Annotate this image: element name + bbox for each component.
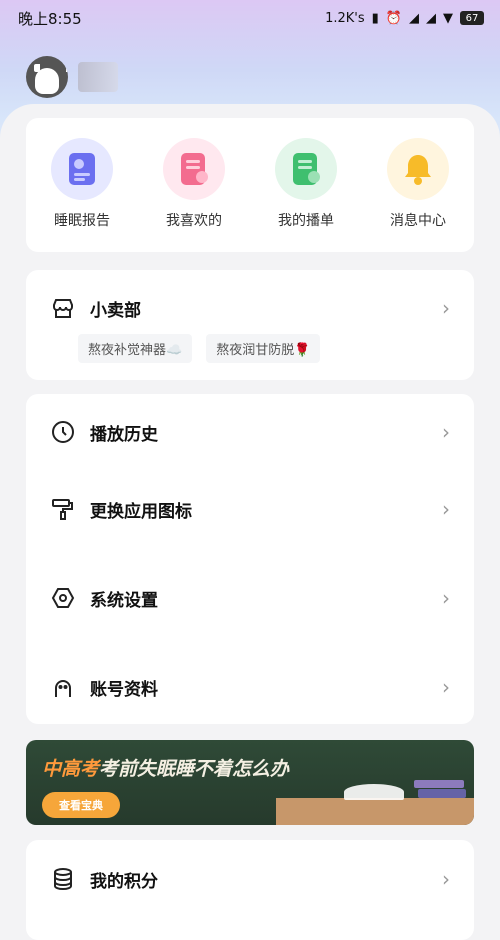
alarm-icon: ⏰ xyxy=(385,10,402,26)
chevron-right-icon: › xyxy=(442,420,450,444)
wifi-icon: ▼ xyxy=(443,10,453,26)
desk-illustration xyxy=(276,798,474,825)
bell-icon xyxy=(387,138,449,200)
open-book-illustration xyxy=(344,784,404,800)
store-icon xyxy=(50,295,76,321)
chevron-right-icon: › xyxy=(442,296,450,320)
quick-action-favorites[interactable]: 我喜欢的 xyxy=(144,138,244,252)
coins-stack-icon xyxy=(50,866,76,892)
shop-tag[interactable]: 熬夜润甘防脱🌹 xyxy=(206,334,321,363)
signal-icon-2: ◢ xyxy=(426,10,436,26)
status-bar: 晚上8:55 1.2K's ▮ ⏰ ◢ ◢ ▼ 67 xyxy=(0,0,500,36)
settings-hex-icon xyxy=(50,585,76,611)
quick-actions-card: 睡眠报告 我喜欢的 我的播单 消息中心 xyxy=(26,118,474,252)
avatar[interactable] xyxy=(26,56,68,98)
vibrate-icon: ▮ xyxy=(371,10,379,26)
shop-tag[interactable]: 熬夜补觉神器☁️ xyxy=(78,334,193,363)
book-illustration xyxy=(414,780,464,788)
clock-icon xyxy=(50,419,76,445)
menu-item-label: 我的积分 xyxy=(90,871,158,892)
status-time: 晚上8:55 xyxy=(18,9,82,28)
chevron-right-icon: › xyxy=(442,867,450,891)
favorites-icon xyxy=(163,138,225,200)
quick-action-label: 我喜欢的 xyxy=(166,213,222,229)
username-redacted xyxy=(78,62,118,92)
shop-row[interactable]: 小卖部 › xyxy=(26,288,474,328)
menu-item-play-history[interactable]: 播放历史 › xyxy=(26,412,474,452)
menu-item-change-icon[interactable]: 更换应用图标 › xyxy=(26,489,474,529)
menu-item-account[interactable]: 账号资料 › xyxy=(26,667,474,707)
banner-title: 中高考考前失眠睡不着怎么办 xyxy=(42,754,289,781)
quick-action-playlist[interactable]: 我的播单 xyxy=(256,138,356,252)
sleep-report-icon xyxy=(51,138,113,200)
playlist-icon xyxy=(275,138,337,200)
banner-highlight: 中高考 xyxy=(42,758,100,780)
paint-roller-icon xyxy=(50,496,76,522)
quick-action-label: 消息中心 xyxy=(390,213,446,229)
chevron-right-icon: › xyxy=(442,675,450,699)
status-icons: 1.2K's ▮ ⏰ ◢ ◢ ▼ 67 xyxy=(325,11,484,26)
menu-item-label: 账号资料 xyxy=(90,679,158,700)
menu-item-label: 播放历史 xyxy=(90,424,158,445)
menu-item-settings[interactable]: 系统设置 › xyxy=(26,578,474,618)
quick-action-label: 睡眠报告 xyxy=(54,213,110,229)
chevron-right-icon: › xyxy=(442,586,450,610)
points-card: 我的积分 › xyxy=(26,840,474,940)
banner-button[interactable]: 查看宝典 xyxy=(42,792,120,818)
chevron-right-icon: › xyxy=(442,497,450,521)
shop-tags: 熬夜补觉神器☁️ 熬夜润甘防脱🌹 xyxy=(78,334,321,363)
quick-action-sleep-report[interactable]: 睡眠报告 xyxy=(32,138,132,252)
book-illustration xyxy=(418,789,466,798)
menu-item-points[interactable]: 我的积分 › xyxy=(26,859,474,899)
battery-level: 67 xyxy=(465,12,479,24)
profile-header[interactable] xyxy=(26,56,118,98)
battery-icon: 67 xyxy=(460,11,484,25)
shop-card: 小卖部 › 熬夜补觉神器☁️ 熬夜润甘防脱🌹 xyxy=(26,270,474,380)
quick-action-label: 我的播单 xyxy=(278,213,334,229)
menu-item-label: 系统设置 xyxy=(90,590,158,611)
quick-action-messages[interactable]: 消息中心 xyxy=(368,138,468,252)
menu-card: 播放历史 › 更换应用图标 › 系统设置 › 账号资料 › xyxy=(26,394,474,724)
shop-label: 小卖部 xyxy=(90,300,141,321)
menu-item-label: 更换应用图标 xyxy=(90,501,192,522)
banner-text: 考前失眠睡不着怎么办 xyxy=(99,758,290,780)
promo-banner[interactable]: 中高考考前失眠睡不着怎么办 查看宝典 xyxy=(26,740,474,825)
network-speed: 1.2K's xyxy=(325,10,365,26)
account-icon xyxy=(50,674,76,700)
signal-icon: ◢ xyxy=(409,10,419,26)
